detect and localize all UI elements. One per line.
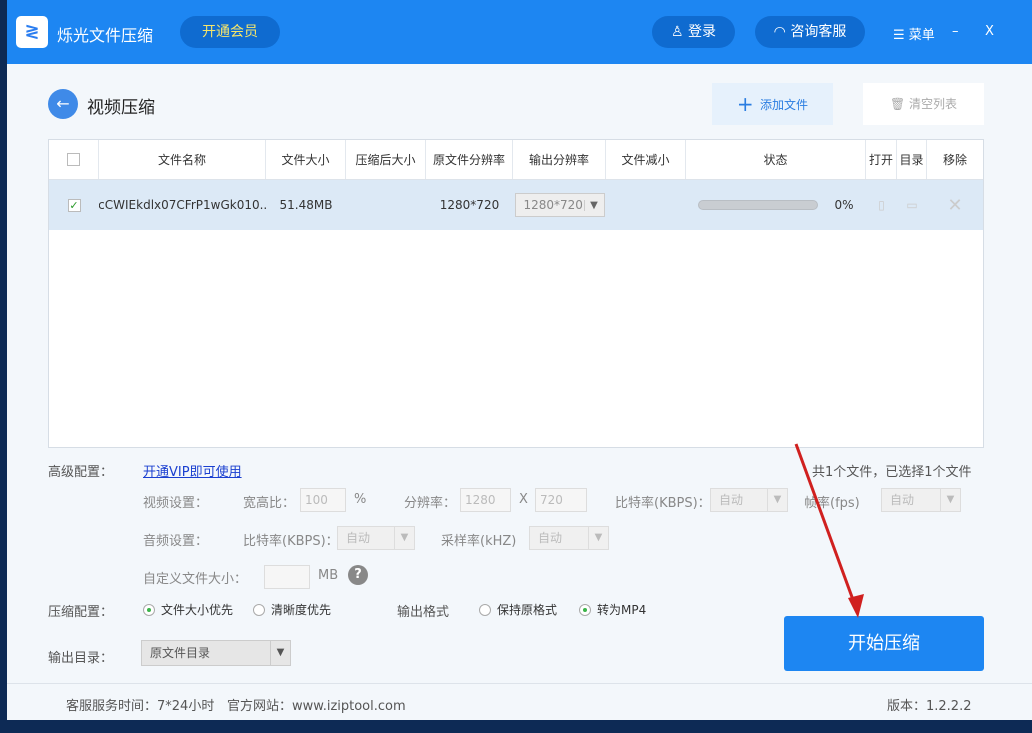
audio-bitrate-label: 比特率(KBPS)： xyxy=(243,534,339,549)
progress-text: 0% xyxy=(834,198,854,212)
radio-keep-format[interactable]: 保持原格式 xyxy=(479,601,557,618)
radio-size-priority[interactable]: 文件大小优先 xyxy=(143,601,233,618)
table-row[interactable]: ✓ fcCWIEkdlx07CFrP1wGk010... 51.48MB 128… xyxy=(49,180,983,230)
output-format-label: 输出格式 xyxy=(397,605,450,620)
dropdown-arrow-icon: ▼ xyxy=(588,527,608,549)
col-header[interactable]: 压缩后大小 xyxy=(346,140,426,179)
audio-bitrate-select[interactable]: 自动 ▼ xyxy=(337,526,415,550)
file-summary: 共1个文件，已选择1个文件 xyxy=(812,465,972,480)
x-label: X xyxy=(519,492,528,507)
progress-bar xyxy=(698,200,819,210)
hamburger-icon: ☰ xyxy=(893,28,909,43)
dropdown-arrow-icon: ▼ xyxy=(394,527,414,549)
col-header[interactable]: 原文件分辨率 xyxy=(426,140,513,179)
custom-size-label: 自定义文件大小： xyxy=(143,572,248,587)
back-button[interactable]: ← xyxy=(48,89,78,119)
mb-label: MB xyxy=(318,568,339,583)
trash-icon: 🗑 xyxy=(889,97,910,111)
sample-rate-label: 采样率(kHZ) xyxy=(441,534,517,549)
col-header[interactable]: 文件减小 xyxy=(606,140,686,179)
footer: 客服服务时间：7*24小时 官方网站：www.iziptool.com 版本：1… xyxy=(7,683,1032,720)
support-button[interactable]: ◠ 咨询客服 xyxy=(755,16,865,48)
video-bitrate-select[interactable]: 自动 ▼ xyxy=(710,488,788,512)
start-compress-button[interactable]: 开始压缩 xyxy=(784,616,984,671)
plus-icon: + xyxy=(736,92,761,116)
file-reduced xyxy=(606,180,686,230)
compressed-size xyxy=(346,180,426,230)
version-label: 版本：1.2.2.2 xyxy=(887,699,972,714)
radio-icon xyxy=(143,604,155,616)
file-table: 文件名称 文件大小 压缩后大小 原文件分辨率 输出分辨率 文件减小 状态 打开 … xyxy=(48,139,984,448)
app-logo-icon: ≷ xyxy=(16,16,48,48)
advanced-label: 高级配置： xyxy=(48,465,114,480)
col-header: 打开 xyxy=(866,140,897,179)
radio-icon xyxy=(579,604,591,616)
user-icon: ♙ xyxy=(670,24,688,40)
menu-button[interactable]: ☰ 菜单 xyxy=(893,24,935,43)
compress-config-label: 压缩配置： xyxy=(48,605,114,620)
radio-icon xyxy=(253,604,265,616)
output-resolution-select[interactable]: 1280*720 ▼ xyxy=(514,193,605,217)
res-width-input[interactable]: 1280 xyxy=(460,488,511,512)
file-size: 51.48MB xyxy=(279,198,333,212)
col-header: 状态 xyxy=(686,140,866,179)
folder-icon[interactable]: ▭ xyxy=(897,180,927,230)
dropdown-arrow-icon: ▼ xyxy=(583,199,604,211)
aspect-input[interactable]: 100 xyxy=(300,488,346,512)
res-height-input[interactable]: 720 xyxy=(535,488,587,512)
help-icon[interactable]: ? xyxy=(348,565,368,585)
login-button[interactable]: ♙ 登录 xyxy=(652,16,735,48)
vip-button[interactable]: 开通会员 xyxy=(180,16,280,48)
radio-icon xyxy=(479,604,491,616)
output-dir-label: 输出目录： xyxy=(48,651,114,666)
original-resolution: 1280*720 xyxy=(439,198,500,212)
resolution-label: 分辨率： xyxy=(404,496,457,511)
col-header: 目录 xyxy=(897,140,927,179)
remove-icon[interactable]: ✕ xyxy=(927,180,983,230)
row-checkbox[interactable]: ✓ xyxy=(67,198,81,212)
output-dir-select[interactable]: 原文件目录 ▼ xyxy=(141,640,291,666)
file-name: fcCWIEkdlx07CFrP1wGk010... xyxy=(99,198,266,212)
radio-to-mp4[interactable]: 转为MP4 xyxy=(579,601,646,618)
title-bar: ≷ 烁光文件压缩 开通会员 ♙ 登录 ◠ 咨询客服 ☰ 菜单 – X xyxy=(7,0,1032,64)
fps-select[interactable]: 自动 ▼ xyxy=(881,488,961,512)
arrow-left-icon: ← xyxy=(56,94,70,113)
dropdown-arrow-icon: ▼ xyxy=(940,489,960,511)
dropdown-arrow-icon: ▼ xyxy=(767,489,787,511)
clear-list-button[interactable]: 🗑 清空列表 xyxy=(863,83,984,125)
audio-settings-label: 音频设置： xyxy=(143,534,209,549)
video-bitrate-label: 比特率(KBPS)： xyxy=(615,496,711,511)
percent-label: % xyxy=(354,492,367,507)
custom-size-input[interactable] xyxy=(264,565,310,589)
minimize-button[interactable]: – xyxy=(952,24,959,39)
website-link[interactable]: 官方网站：www.iziptool.com xyxy=(227,695,406,714)
open-file-icon[interactable]: ▯ xyxy=(866,180,897,230)
add-file-button[interactable]: + 添加文件 xyxy=(712,83,833,125)
vip-link[interactable]: 开通VIP即可使用 xyxy=(143,461,242,480)
page-title: 视频压缩 xyxy=(87,98,155,118)
close-button[interactable]: X xyxy=(985,24,994,39)
app-window: ≷ 烁光文件压缩 开通会员 ♙ 登录 ◠ 咨询客服 ☰ 菜单 – X ← 视频压… xyxy=(7,0,1032,720)
select-all-checkbox[interactable] xyxy=(67,153,80,166)
fps-label: 帧率(fps) xyxy=(804,496,860,511)
video-settings-label: 视频设置： xyxy=(143,496,209,511)
headset-icon: ◠ xyxy=(773,24,791,40)
aspect-label: 宽高比： xyxy=(243,496,296,511)
service-hours: 客服服务时间：7*24小时 xyxy=(66,699,215,714)
radio-clarity-priority[interactable]: 清晰度优先 xyxy=(253,601,331,618)
app-title: 烁光文件压缩 xyxy=(57,26,154,45)
table-header: 文件名称 文件大小 压缩后大小 原文件分辨率 输出分辨率 文件减小 状态 打开 … xyxy=(49,140,983,180)
col-header[interactable]: 输出分辨率 xyxy=(513,140,606,179)
dropdown-arrow-icon: ▼ xyxy=(270,641,290,665)
col-header: 移除 xyxy=(942,153,967,167)
sample-rate-select[interactable]: 自动 ▼ xyxy=(529,526,609,550)
col-header[interactable]: 文件大小 xyxy=(266,140,346,179)
col-header[interactable]: 文件名称 xyxy=(99,140,266,179)
